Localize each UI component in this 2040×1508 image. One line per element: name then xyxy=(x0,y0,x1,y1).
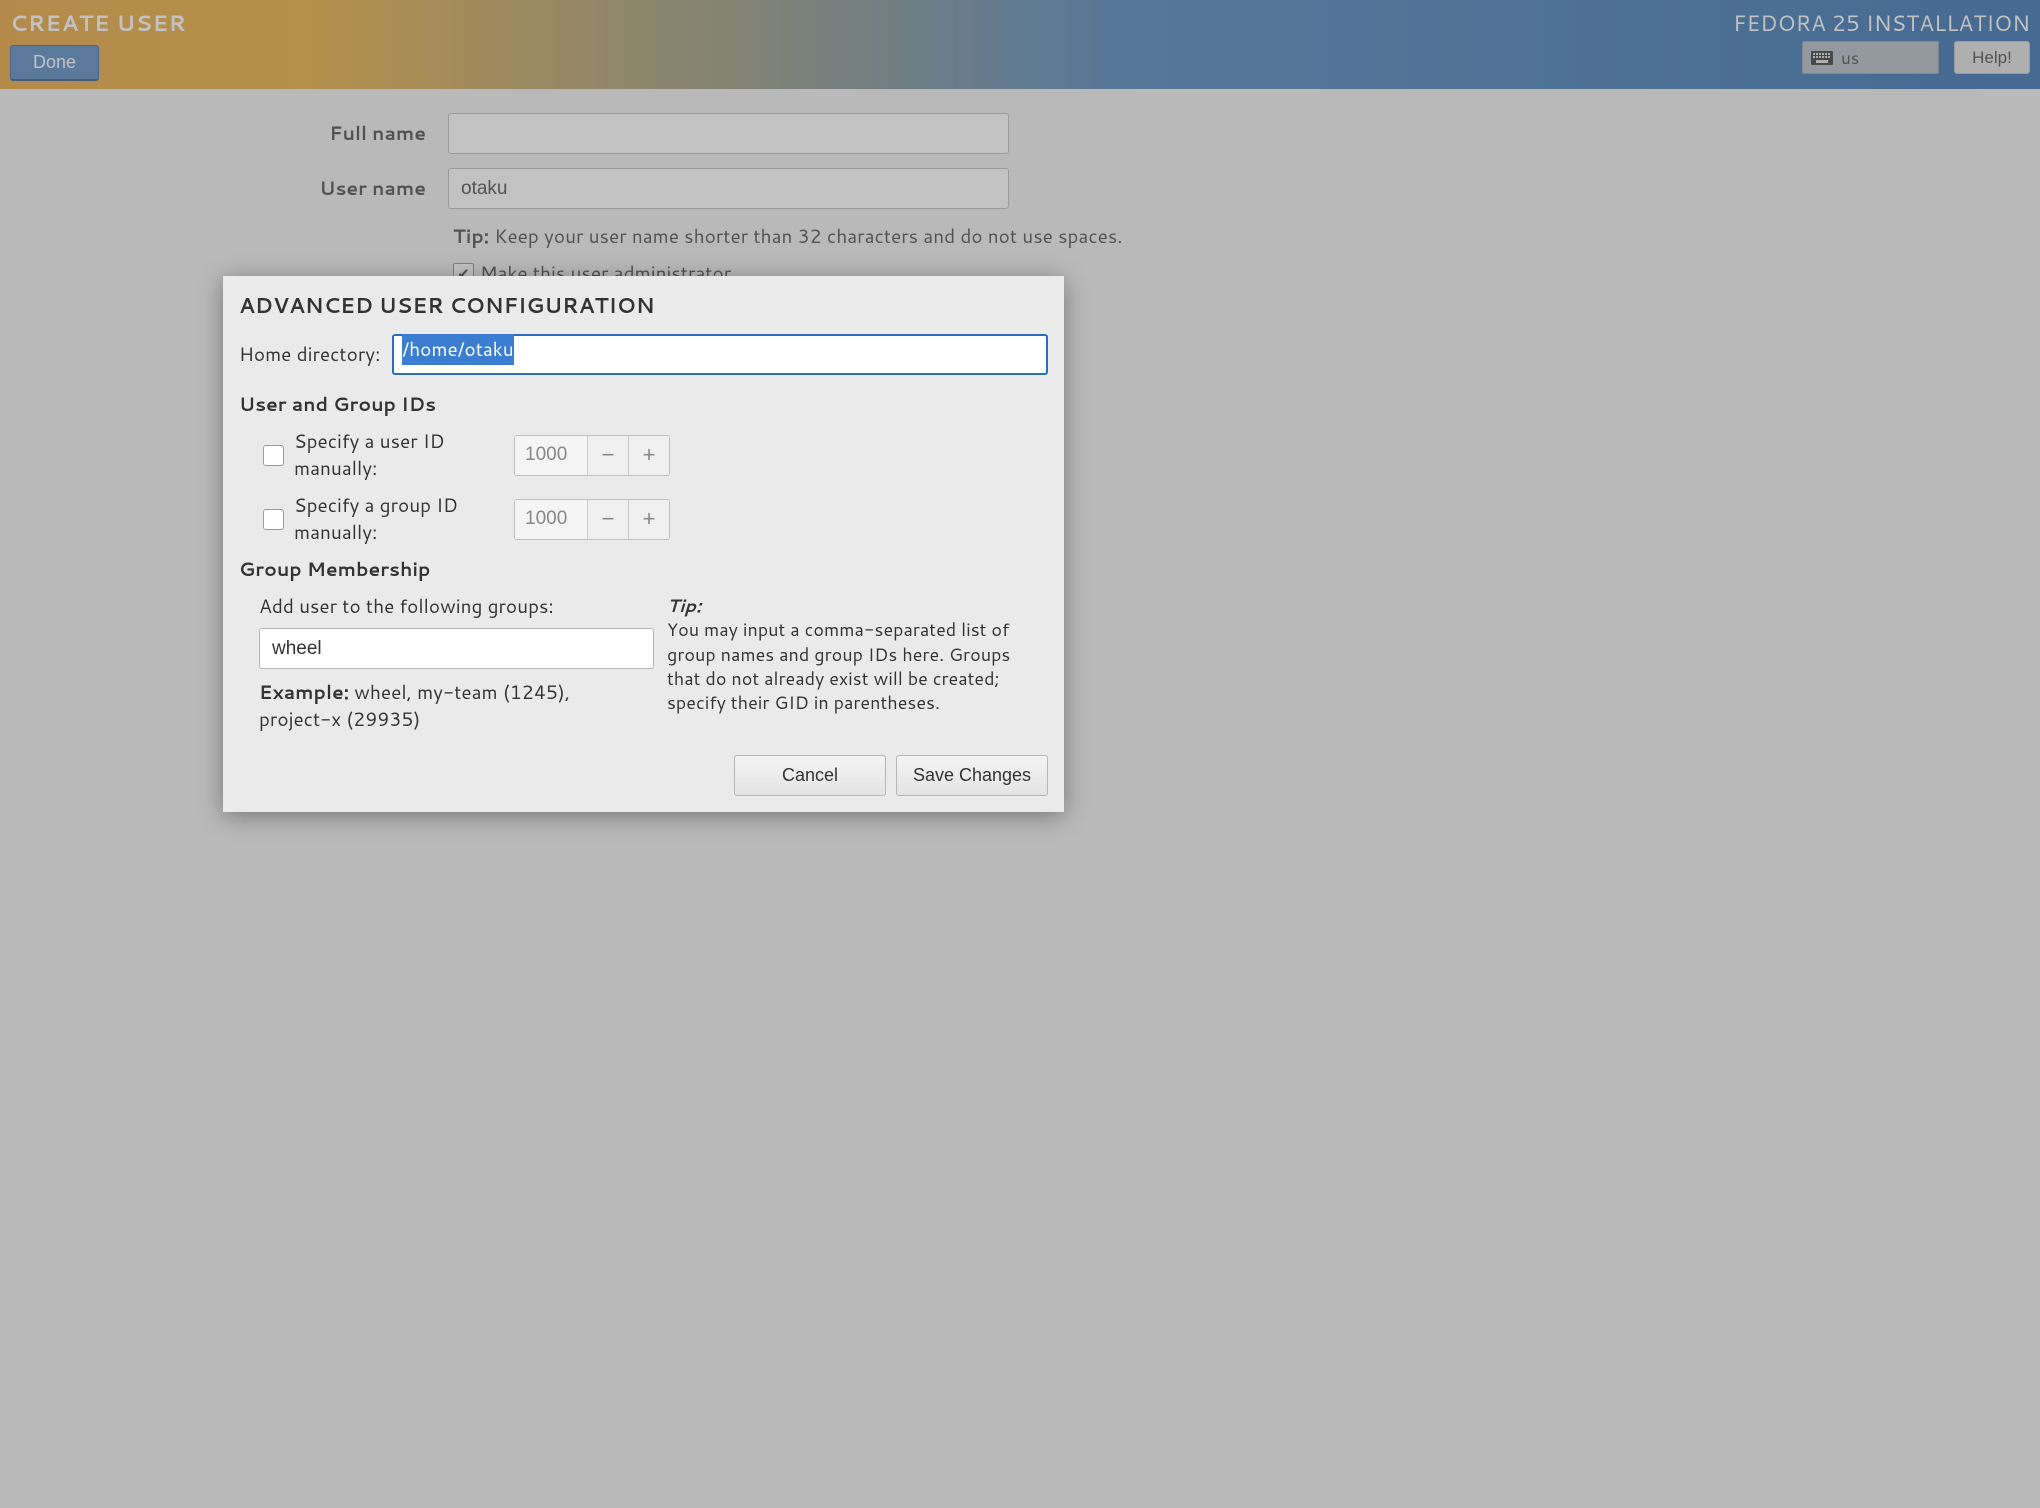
uid-increment-button[interactable]: + xyxy=(628,436,669,475)
uid-input[interactable] xyxy=(515,436,587,475)
advanced-user-config-dialog: ADVANCED USER CONFIGURATION Home directo… xyxy=(223,276,1064,812)
user-group-ids-heading: User and Group IDs xyxy=(239,391,1048,418)
groups-tip-text: You may input a comma-separated list of … xyxy=(667,616,1010,715)
specify-uid-checkbox[interactable] xyxy=(263,445,284,466)
save-changes-button[interactable]: Save Changes xyxy=(896,755,1048,796)
groups-tip-label: Tip: xyxy=(667,592,701,618)
group-membership-heading: Group Membership xyxy=(239,556,1048,583)
specify-uid-label: Specify a user ID manually: xyxy=(294,428,504,482)
groups-input[interactable] xyxy=(259,628,654,669)
specify-gid-checkbox[interactable] xyxy=(263,509,284,530)
gid-spinner: − + xyxy=(514,499,670,540)
groups-tip: Tip: You may input a comma-separated lis… xyxy=(667,593,1048,733)
home-directory-input[interactable]: /home/otaku xyxy=(392,334,1048,375)
home-directory-label: Home directory: xyxy=(239,341,380,368)
groups-example: Example: wheel, my-team (1245), project-… xyxy=(259,679,639,733)
uid-decrement-button[interactable]: − xyxy=(587,436,628,475)
gid-decrement-button[interactable]: − xyxy=(587,500,628,539)
dialog-title: ADVANCED USER CONFIGURATION xyxy=(239,290,1048,320)
specify-gid-label: Specify a group ID manually: xyxy=(294,492,504,546)
add-groups-label: Add user to the following groups: xyxy=(259,593,639,620)
gid-increment-button[interactable]: + xyxy=(628,500,669,539)
uid-spinner: − + xyxy=(514,435,670,476)
home-directory-value: /home/otaku xyxy=(402,334,513,365)
example-label: Example: xyxy=(259,679,349,706)
cancel-button[interactable]: Cancel xyxy=(734,755,886,796)
gid-input[interactable] xyxy=(515,500,587,539)
